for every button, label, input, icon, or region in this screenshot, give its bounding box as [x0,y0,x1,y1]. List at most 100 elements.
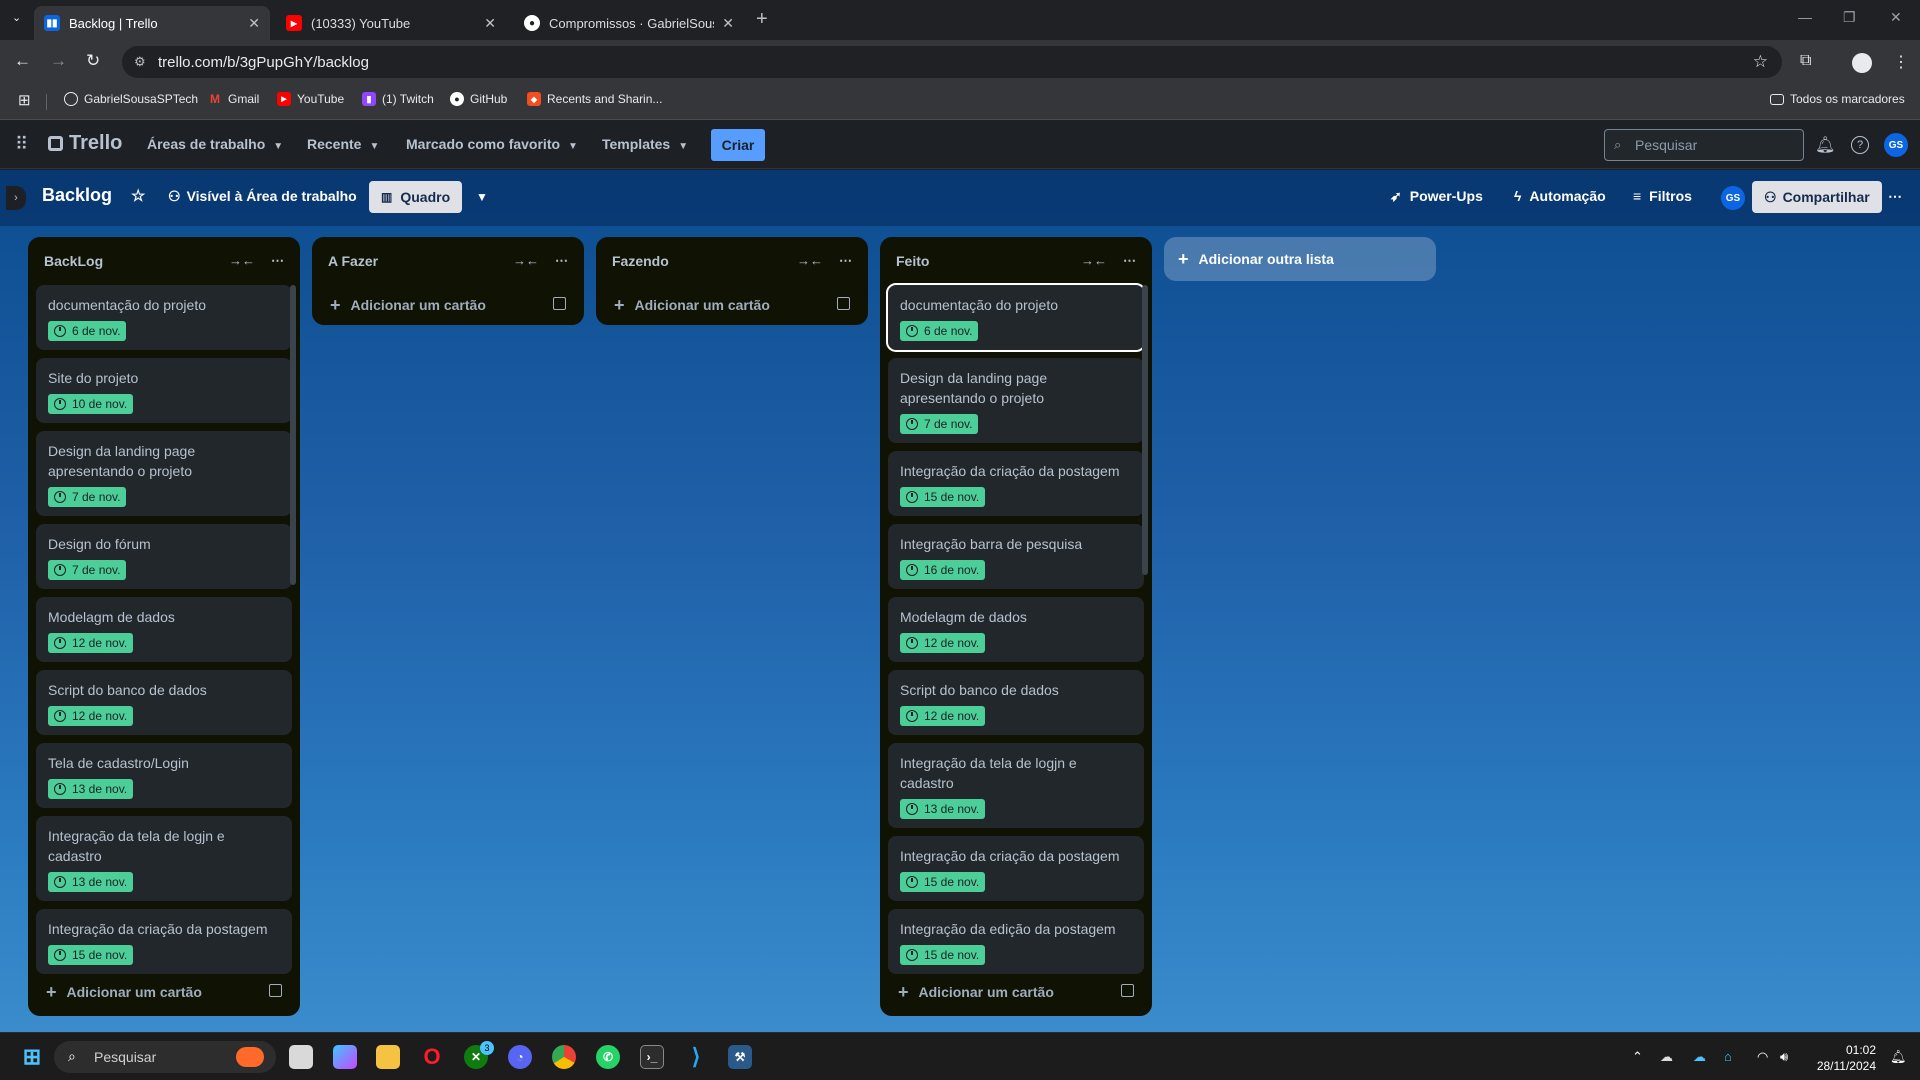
app-icon[interactable]: ⚒ [728,1045,752,1069]
chrome-icon[interactable] [552,1045,576,1069]
chevron-down-icon[interactable]: ▼ [476,190,488,204]
view-switcher-board[interactable]: ▥ Quadro [369,181,463,213]
filters-button[interactable]: ≡ Filtros [1633,188,1692,204]
help-icon[interactable]: ? [1851,136,1869,154]
card[interactable]: Site do projeto 10 de nov. [36,358,292,423]
template-icon[interactable] [1121,984,1134,997]
card[interactable]: Integração da edição da postagem 15 de no… [888,909,1144,974]
opera-icon[interactable]: O [420,1044,444,1069]
create-button[interactable]: Criar [711,129,765,161]
list-menu-icon[interactable]: ⋯ [555,253,568,269]
visibility-button[interactable]: ⚇ Visível à Área de trabalho [168,188,357,205]
nav-workspaces[interactable]: Áreas de trabalho ▼ [147,136,283,152]
avatar[interactable]: GS [1884,133,1908,157]
nav-recent[interactable]: Recente ▼ [307,136,379,152]
list-menu-icon[interactable]: ⋯ [271,253,284,269]
card[interactable]: Integração da criação da postagem 15 de n… [888,451,1144,516]
due-date-badge[interactable]: 12 de nov. [48,633,134,653]
template-icon[interactable] [269,984,282,997]
app-switcher-icon[interactable]: ⠿ [15,134,28,155]
card[interactable]: Design da landing page apresentando o pr… [888,358,1144,443]
bookmark-figma[interactable]: ◆ Recents and Sharin... [527,92,662,106]
add-card-button[interactable]: + Adicionar um cartão [312,285,584,325]
due-date-badge[interactable]: 10 de nov. [48,394,134,414]
minimize-icon[interactable]: — [1798,9,1812,25]
card[interactable]: Script do banco de dados 12 de nov. [36,670,292,735]
due-date-badge[interactable]: 15 de nov. [900,872,986,892]
list-title[interactable]: BackLog [44,253,103,269]
close-icon[interactable]: ✕ [248,15,260,32]
bookmark-youtube[interactable]: ▶ YouTube [277,92,344,106]
taskbar-search[interactable]: ⌕ Pesquisar [54,1041,276,1073]
add-card-button[interactable]: + Adicionar um cartão [28,972,300,1012]
card[interactable]: Integração da criação da postagem 15 de n… [888,836,1144,901]
star-icon[interactable]: ☆ [131,186,145,206]
card[interactable]: Design da landing page apresentando o pr… [36,431,292,516]
due-date-badge[interactable]: 16 de nov. [900,560,986,580]
collapse-icon[interactable]: →← [229,253,255,268]
due-date-badge[interactable]: 15 de nov. [900,487,986,507]
close-icon[interactable]: ✕ [722,15,734,32]
due-date-badge[interactable]: 13 de nov. [48,872,134,892]
collapse-icon[interactable]: →← [797,253,823,268]
trello-logo[interactable]: Trello [48,132,122,155]
bookmark-twitch[interactable]: ▮ (1) Twitch [362,92,434,106]
due-date-badge[interactable]: 12 de nov. [48,706,134,726]
card[interactable]: Script do banco de dados 12 de nov. [888,670,1144,735]
card[interactable]: Design do fórum 7 de nov. [36,524,292,589]
add-card-button[interactable]: + Adicionar um cartão [596,285,868,325]
task-view-icon[interactable] [289,1045,313,1069]
card[interactable]: Tela de cadastro/Login 13 de nov. [36,743,292,808]
template-icon[interactable] [553,297,566,310]
due-date-badge[interactable]: 13 de nov. [900,799,986,819]
card[interactable]: Integração da tela de logjn e cadastro 13… [888,743,1144,828]
tray-chevron-icon[interactable]: ⌃ [1632,1049,1643,1065]
nav-starred[interactable]: Marcado como favorito ▼ [406,136,578,152]
card[interactable]: documentação do projeto 6 de nov. [36,285,292,350]
list-title[interactable]: Fazendo [612,253,669,269]
more-icon[interactable]: ⋯ [1888,188,1902,205]
bookmark-gabrielsousasptech[interactable]: GabrielSousaSPTech [64,92,198,106]
back-icon[interactable]: ← [14,51,31,71]
collapse-icon[interactable]: →← [513,253,539,268]
notification-bell-icon[interactable]: 🔔︎ [1890,1049,1907,1065]
scrollbar[interactable] [290,285,296,585]
board-title[interactable]: Backlog [42,185,112,206]
url-input[interactable]: ⚙ trello.com/b/3gPupGhY/backlog ☆ [122,46,1782,78]
extensions-icon[interactable]: ⧉ [1800,52,1811,70]
terminal-icon[interactable]: ›_ [640,1045,664,1069]
bookmark-star-icon[interactable]: ☆ [1753,52,1768,72]
all-bookmarks[interactable]: Todos os marcadores [1770,92,1905,106]
list-title[interactable]: Feito [896,253,929,269]
avatar[interactable]: GS [1721,186,1745,210]
tab-search-chevron-icon[interactable]: ⌄ [12,11,21,24]
due-date-badge[interactable]: 13 de nov. [48,779,134,799]
nav-templates[interactable]: Templates ▼ [602,136,688,152]
copilot-icon[interactable] [333,1045,357,1069]
new-tab-icon[interactable]: + [756,8,768,31]
due-date-badge[interactable]: 6 de nov. [900,321,979,341]
add-list-button[interactable]: + Adicionar outra lista [1164,237,1436,281]
card[interactable]: Modelagm de dados 12 de nov. [36,597,292,662]
menu-icon[interactable]: ⋮ [1893,52,1909,72]
card[interactable]: Integração barra de pesquisa 16 de nov. [888,524,1144,589]
close-window-icon[interactable]: ✕ [1890,9,1902,26]
whatsapp-icon[interactable]: ✆ [596,1045,620,1069]
collapse-icon[interactable]: →← [1081,253,1107,268]
reload-icon[interactable]: ↻ [86,51,100,71]
card[interactable]: Integração da criação da postagem 15 de n… [36,909,292,974]
cloud-icon[interactable]: ☁ [1660,1049,1673,1065]
profile-icon[interactable] [1852,53,1872,73]
volume-icon[interactable]: 🔊︎ [1780,1049,1788,1065]
add-card-button[interactable]: + Adicionar um cartão [880,972,1152,1012]
restore-icon[interactable]: ❐ [1843,9,1856,26]
tab-github[interactable]: ● Compromissos · GabrielSousaSPTech ✕ [514,6,744,40]
file-explorer-icon[interactable] [376,1045,400,1069]
close-icon[interactable]: ✕ [484,15,496,32]
share-button[interactable]: ⚇ Compartilhar [1752,181,1882,213]
site-settings-icon[interactable]: ⚙ [134,54,146,70]
due-date-badge[interactable]: 15 de nov. [48,945,134,965]
card[interactable]: Modelagm de dados 12 de nov. [888,597,1144,662]
due-date-badge[interactable]: 12 de nov. [900,633,986,653]
list-menu-icon[interactable]: ⋯ [1123,253,1136,269]
